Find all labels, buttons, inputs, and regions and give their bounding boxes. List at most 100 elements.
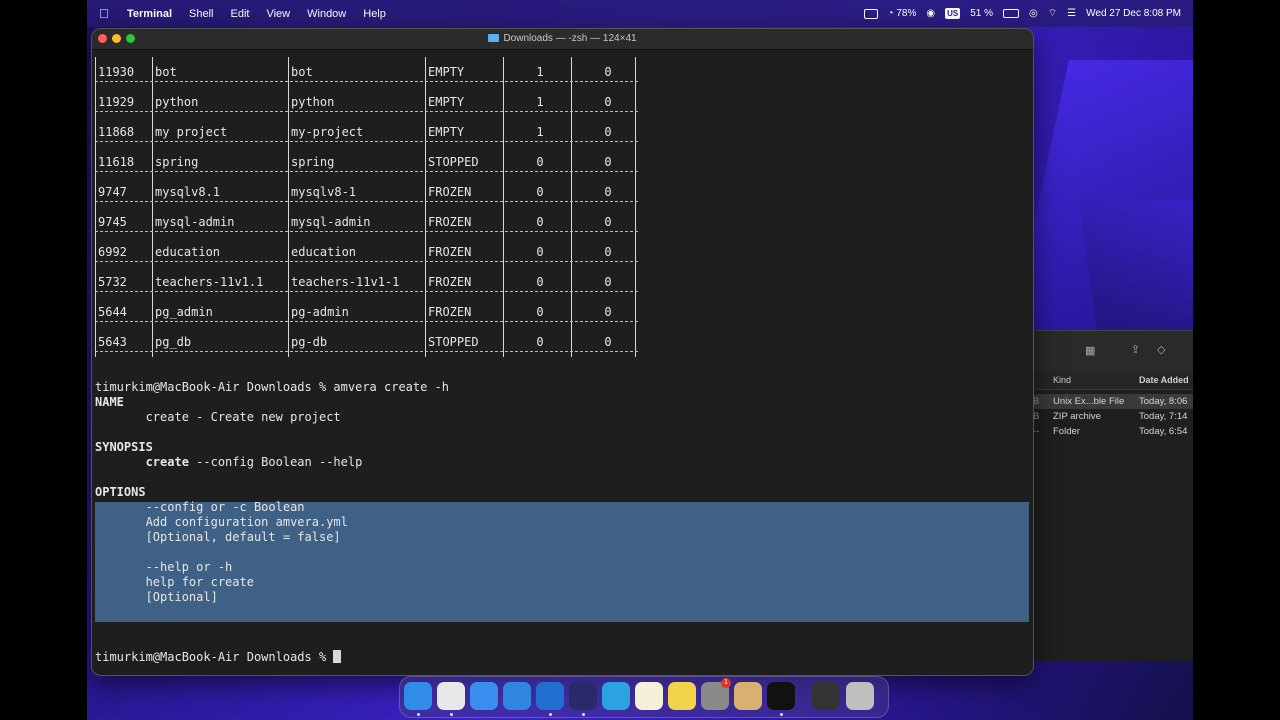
table-border — [635, 87, 636, 117]
chrome-icon[interactable] — [437, 682, 465, 710]
projects-table: 11930 bot bot EMPTY 1 0 11929 python python EMPTY… — [92, 50, 1033, 370]
table-cell: pg-db — [291, 335, 328, 349]
table-border — [635, 237, 636, 267]
file-row[interactable]: B ZIP archive Today, 7:14 — [1033, 409, 1193, 424]
share-icon[interactable]: ⇪ — [1131, 343, 1140, 356]
display-icon[interactable] — [863, 8, 878, 19]
menu-shell[interactable]: Shell — [189, 8, 213, 20]
trash-icon[interactable] — [846, 682, 874, 710]
desktop:  Terminal Shell Edit View Window Help ◔… — [87, 0, 1193, 720]
table-border — [288, 207, 289, 237]
table-cell: 0 — [604, 305, 612, 319]
table-border — [635, 177, 636, 207]
minimize-button[interactable] — [112, 34, 121, 43]
zoom-button[interactable] — [126, 34, 135, 43]
file-row[interactable]: -- Folder Today, 6:54 — [1033, 424, 1193, 439]
table-row: 11930 bot bot EMPTY 1 0 — [95, 57, 643, 87]
column-date-added[interactable]: Date Added — [1139, 375, 1189, 385]
vscode-icon[interactable] — [536, 682, 564, 710]
table-row: 9747 mysqlv8.1 mysqlv8-1 FROZEN 0 0 — [95, 177, 643, 207]
table-separator — [95, 111, 638, 112]
table-cell: spring — [291, 155, 335, 169]
tag-icon[interactable]: ◇ — [1157, 343, 1165, 356]
safari-icon[interactable] — [503, 682, 531, 710]
intellij-icon[interactable] — [569, 682, 597, 710]
running-indicator — [450, 713, 453, 716]
table-cell: 11929 — [98, 95, 135, 109]
table-row: 5643 pg_db pg-db STOPPED 0 0 — [95, 327, 643, 357]
menu-app-name[interactable]: Terminal — [127, 8, 172, 20]
file-row[interactable]: B Unix Ex...ble File Today, 8:06 — [1033, 394, 1193, 409]
recycle-icon[interactable] — [734, 682, 762, 710]
terminal-output[interactable]: timurkim@MacBook-Air Downloads % amvera … — [95, 380, 1029, 665]
finder-icon[interactable] — [404, 682, 432, 710]
table-border — [635, 57, 636, 87]
terminal-title-bar[interactable]: Downloads — -zsh — 124×41 — [92, 29, 1033, 50]
table-border — [571, 57, 572, 87]
table-cell: 11868 — [98, 125, 135, 139]
telegram-icon[interactable] — [602, 682, 630, 710]
view-grid-icon[interactable]: ▦ — [1085, 344, 1095, 357]
table-border — [95, 87, 96, 117]
table-border — [152, 237, 153, 267]
help-synopsis-line: create --config Boolean --help — [95, 455, 1029, 470]
table-cell: 9747 — [98, 185, 127, 199]
control-center-icon[interactable]: ☰ — [1067, 8, 1076, 19]
table-cell: mysqlv8-1 — [291, 185, 357, 199]
current-prompt-line[interactable]: timurkim@MacBook-Air Downloads % — [95, 650, 1029, 665]
table-border — [95, 147, 96, 177]
running-indicator — [549, 713, 552, 716]
table-cell: 6992 — [98, 245, 127, 259]
table-border — [152, 87, 153, 117]
battery-icon[interactable] — [1003, 9, 1020, 18]
table-cell: STOPPED — [428, 155, 479, 169]
menu-edit[interactable]: Edit — [231, 8, 250, 20]
terminal-window[interactable]: Downloads — -zsh — 124×41 11930 bot bot EMP… — [92, 29, 1033, 675]
screen-icon[interactable] — [812, 682, 840, 710]
keyboard-layout-badge[interactable]: US — [945, 8, 961, 19]
table-border — [288, 327, 289, 357]
apple-icon[interactable]:  — [99, 6, 113, 21]
close-button[interactable] — [98, 34, 107, 43]
menu-help[interactable]: Help — [363, 8, 386, 20]
table-cell: FROZEN — [428, 305, 472, 319]
menu-view[interactable]: View — [266, 8, 290, 20]
table-border — [95, 57, 96, 87]
running-indicator — [780, 713, 783, 716]
terminal-icon[interactable] — [767, 682, 795, 710]
table-border — [425, 177, 426, 207]
menu-window[interactable]: Window — [307, 8, 346, 20]
option-config-default: [Optional, default = false] — [95, 530, 341, 544]
table-border — [95, 297, 96, 327]
table-border — [288, 177, 289, 207]
table-cell: 0 — [604, 125, 612, 139]
notes-icon[interactable] — [635, 682, 663, 710]
datetime[interactable]: Wed 27 Dec 8:08 PM — [1086, 8, 1181, 19]
finder-toolbar: ▦ ⇪ ◇ — [1033, 331, 1193, 371]
focus-icon[interactable]: ◎ — [1029, 8, 1038, 19]
table-border — [571, 147, 572, 177]
table-cell: 11618 — [98, 155, 135, 169]
stickies-icon[interactable] — [668, 682, 696, 710]
column-kind[interactable]: Kind — [1053, 375, 1071, 385]
table-separator — [95, 351, 638, 352]
table-cell: 0 — [536, 275, 544, 289]
table-row: 11618 spring spring STOPPED 0 0 — [95, 147, 643, 177]
table-cell: my project — [155, 125, 228, 139]
table-border — [425, 297, 426, 327]
wifi-icon[interactable]: ⌔ — [1048, 7, 1057, 20]
table-border — [152, 297, 153, 327]
table-cell: mysqlv8.1 — [155, 185, 221, 199]
synopsis-command: create — [95, 455, 189, 469]
table-cell: EMPTY — [428, 65, 465, 79]
table-border — [571, 327, 572, 357]
table-border — [571, 117, 572, 147]
table-border — [425, 87, 426, 117]
mail-icon[interactable] — [470, 682, 498, 710]
table-border — [571, 297, 572, 327]
user-icon[interactable]: ◉ — [926, 8, 935, 19]
notification-badge: 1 — [721, 678, 731, 688]
battery-percent: 51 % — [970, 8, 994, 19]
table-row: 5732 teachers-11v1.1 teachers-11v1-1 FROZEN… — [95, 267, 643, 297]
battery-circle-status[interactable]: ◔ 78% — [888, 8, 917, 19]
